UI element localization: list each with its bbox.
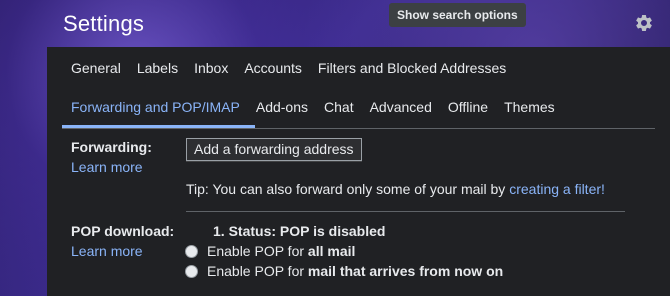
forwarding-label: Forwarding: bbox=[71, 139, 152, 155]
tab-inbox[interactable]: Inbox bbox=[194, 60, 228, 76]
tip-text: Tip: You can also forward only some of y… bbox=[186, 181, 510, 197]
option-bold: all mail bbox=[307, 243, 356, 259]
pop-download-label: POP download: bbox=[71, 223, 175, 239]
radio-button[interactable] bbox=[185, 264, 198, 278]
tab-themes[interactable]: Themes bbox=[504, 99, 555, 115]
page-title: Settings bbox=[63, 11, 145, 36]
gear-icon[interactable] bbox=[634, 13, 654, 33]
tabs-divider bbox=[62, 128, 655, 129]
create-filter-link[interactable]: creating a filter! bbox=[509, 181, 605, 197]
pop-option-from-now-on[interactable]: Enable POP for mail that arrives from no… bbox=[185, 263, 503, 279]
active-tab-indicator bbox=[62, 125, 255, 128]
tab-forwarding-pop-imap[interactable]: Forwarding and POP/IMAP bbox=[71, 99, 240, 115]
forwarding-learn-more-link[interactable]: Learn more bbox=[71, 159, 143, 175]
pop-status: 1. Status: POP is disabled bbox=[213, 223, 386, 239]
settings-panel: General Labels Inbox Accounts Filters an… bbox=[47, 47, 670, 296]
pop-learn-more-link[interactable]: Learn more bbox=[71, 243, 143, 259]
tab-offline[interactable]: Offline bbox=[448, 99, 488, 115]
radio-button[interactable] bbox=[185, 244, 198, 258]
option-prefix: Enable POP for bbox=[207, 263, 305, 279]
tab-labels[interactable]: Labels bbox=[137, 60, 178, 76]
search-options-tooltip: Show search options bbox=[389, 3, 526, 27]
pop-option-all-mail[interactable]: Enable POP for all mail bbox=[185, 243, 355, 259]
option-bold: mail that arrives from now on bbox=[307, 263, 504, 279]
tab-filters[interactable]: Filters and Blocked Addresses bbox=[318, 60, 506, 76]
tabs-row-2: Forwarding and POP/IMAP Add-ons Chat Adv… bbox=[71, 99, 571, 115]
tab-chat[interactable]: Chat bbox=[324, 99, 354, 115]
tab-general[interactable]: General bbox=[71, 60, 121, 76]
tab-add-ons[interactable]: Add-ons bbox=[256, 99, 308, 115]
option-prefix: Enable POP for bbox=[207, 243, 305, 259]
forwarding-tip: Tip: You can also forward only some of y… bbox=[186, 181, 605, 197]
section-divider bbox=[186, 211, 625, 212]
tab-advanced[interactable]: Advanced bbox=[370, 99, 432, 115]
tabs-row-1: General Labels Inbox Accounts Filters an… bbox=[71, 60, 522, 76]
add-forwarding-address-button[interactable]: Add a forwarding address bbox=[186, 138, 362, 161]
tab-accounts[interactable]: Accounts bbox=[244, 60, 302, 76]
